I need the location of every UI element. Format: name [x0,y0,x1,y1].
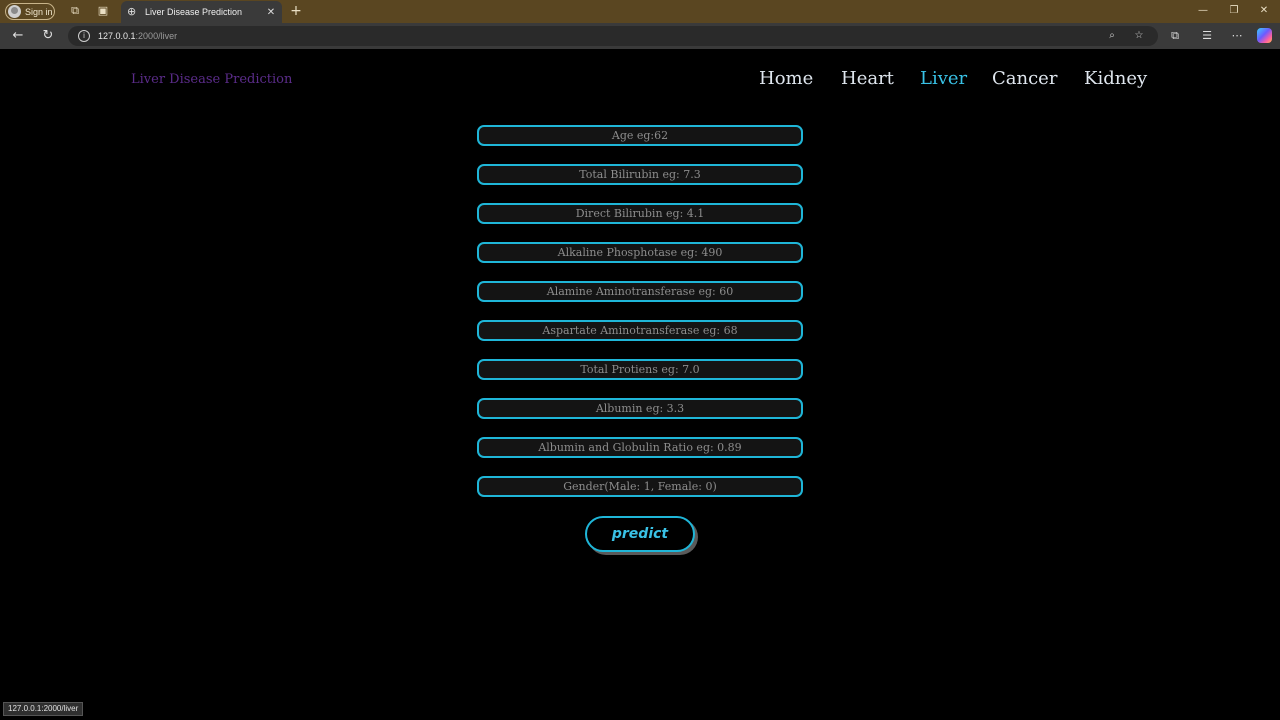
aspartate-aminotransferase-input[interactable] [477,320,803,341]
signin-label: Sign in [25,6,53,17]
close-tab-icon[interactable]: ✕ [264,7,278,18]
nav-heart[interactable]: Heart [841,68,894,89]
address-url: 127.0.0.1:2000/liver [98,31,177,41]
age-input[interactable] [477,125,803,146]
browser-toolbar: ← ↻ i 127.0.0.1:2000/liver ⌕ ☆ ⧉ ☰ ⋯ [0,23,1280,49]
profile-avatar-icon [8,5,21,18]
url-path: :2000/liver [135,31,178,41]
total-bilirubin-input[interactable] [477,164,803,185]
zoom-icon[interactable]: ⌕ [1105,29,1119,43]
signin-button[interactable]: Sign in [5,3,55,20]
brand-title[interactable]: Liver Disease Prediction [131,72,292,87]
nav-home[interactable]: Home [759,68,813,89]
status-bar-url: 127.0.0.1:2000/liver [3,702,84,716]
total-protiens-input[interactable] [477,359,803,380]
predict-button[interactable]: predict [585,516,695,552]
site-info-icon[interactable]: i [78,30,90,42]
albumin-input[interactable] [477,398,803,419]
workspaces-icon[interactable]: ⧉ [68,4,82,18]
url-host: 127.0.0.1 [98,31,136,41]
address-bar[interactable]: i 127.0.0.1:2000/liver ⌕ ☆ [68,26,1158,46]
nav-kidney[interactable]: Kidney [1084,68,1147,89]
back-icon[interactable]: ← [10,28,26,44]
alkaline-phosphotase-input[interactable] [477,242,803,263]
tab-title: Liver Disease Prediction [145,7,243,17]
globe-icon: ⊕ [127,5,137,18]
more-menu-icon[interactable]: ⋯ [1230,29,1244,43]
minimize-icon[interactable]: — [1196,4,1210,18]
new-tab-button[interactable]: + [289,3,303,19]
gender-input[interactable] [477,476,803,497]
tab-liver-disease-prediction[interactable]: ⊕ Liver Disease Prediction ✕ [121,1,282,23]
restore-icon[interactable]: ❐ [1227,4,1241,18]
albumin-globulin-ratio-input[interactable] [477,437,803,458]
page-content: Liver Disease Prediction Home Heart Live… [3,49,1277,718]
split-screen-icon[interactable]: ⧉ [1168,29,1182,43]
copilot-icon[interactable] [1257,28,1272,43]
alamine-aminotransferase-input[interactable] [477,281,803,302]
close-window-icon[interactable]: ✕ [1257,4,1271,18]
nav-liver[interactable]: Liver [920,68,967,89]
tab-actions-icon[interactable]: ▣ [96,4,110,18]
favorites-icon[interactable]: ☰ [1200,29,1214,43]
nav-cancer[interactable]: Cancer [992,68,1057,89]
direct-bilirubin-input[interactable] [477,203,803,224]
reload-icon[interactable]: ↻ [40,28,56,44]
favorite-star-icon[interactable]: ☆ [1132,29,1146,43]
browser-titlebar: Sign in ⧉ ▣ ⊕ Liver Disease Prediction ✕… [0,0,1280,23]
